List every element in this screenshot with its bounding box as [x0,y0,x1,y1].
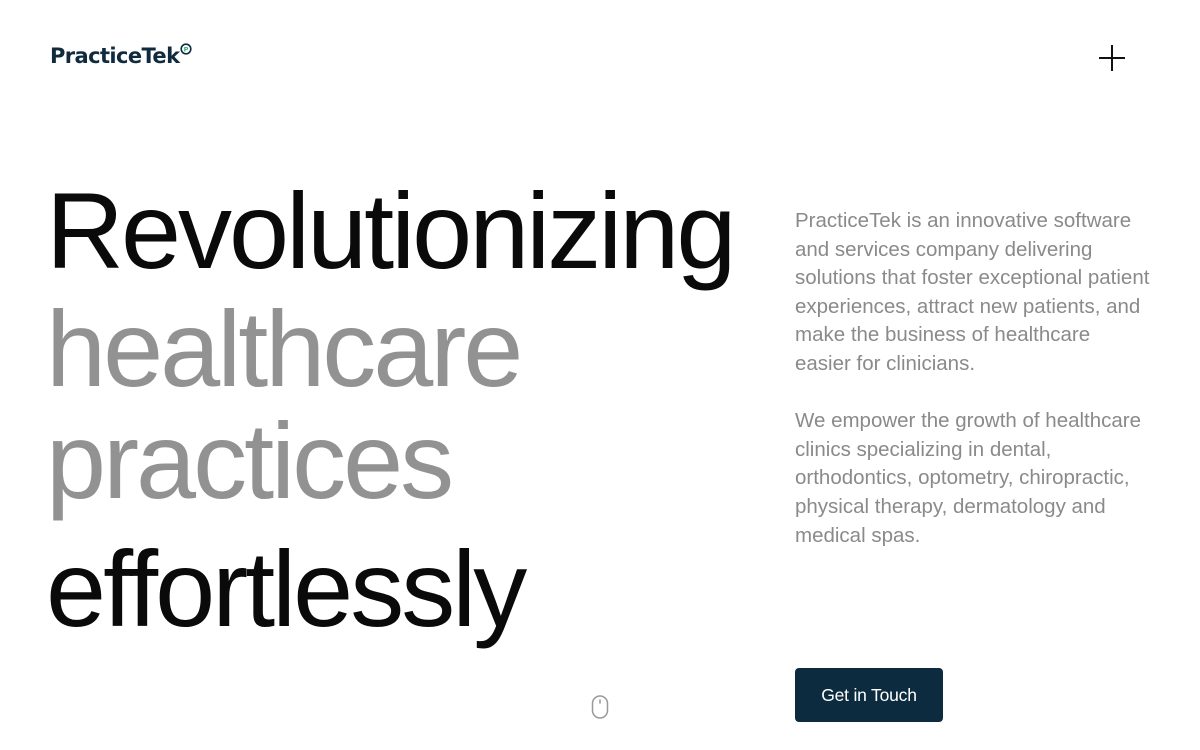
hero-intro: PracticeTek is an innovative software an… [795,207,1150,550]
hero-headline: Revolutionizing healthcare practices eff… [46,170,736,649]
intro-paragraph-1: PracticeTek is an innovative software an… [795,209,1150,375]
logo-mark-icon: P [180,43,193,55]
intro-paragraph-2: We empower the growth of healthcare clin… [795,409,1142,547]
headline-line-2: healthcare [46,288,523,409]
logo-text: PracticeTek [50,44,180,68]
headline-line-1: Revolutionizing [46,170,736,291]
get-in-touch-button[interactable]: Get in Touch [795,668,943,722]
page: PracticeTek P Revolutionizing healthcare… [0,0,1200,750]
logo-mark-letter: P [184,45,189,53]
logo-link[interactable]: PracticeTek P [50,42,193,70]
headline-line-4: effortlessly [46,528,527,649]
headline-line-3: practices [46,400,454,521]
menu-toggle-plus-icon[interactable] [1096,42,1128,74]
mouse-scroll-icon[interactable] [591,694,609,720]
